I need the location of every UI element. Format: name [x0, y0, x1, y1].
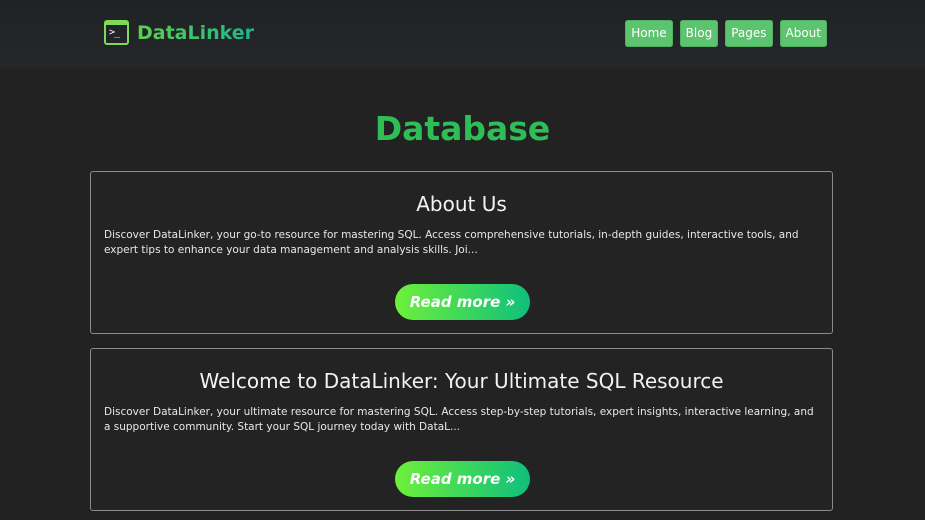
- nav-home-button[interactable]: Home: [625, 20, 673, 47]
- post-excerpt: Discover DataLinker, your ultimate resou…: [104, 406, 814, 433]
- page-title: Database: [374, 109, 551, 148]
- post-card: About Us Discover DataLinker, your go-to…: [90, 171, 833, 334]
- nav-pages-button[interactable]: Pages: [725, 20, 773, 47]
- post-excerpt: Discover DataLinker, your go-to resource…: [104, 229, 799, 256]
- post-card: Welcome to DataLinker: Your Ultimate SQL…: [90, 348, 833, 511]
- post-title[interactable]: About Us: [91, 190, 832, 218]
- nav-about-button[interactable]: About: [779, 20, 827, 47]
- brand-logo[interactable]: >_ DataLinker: [104, 20, 254, 45]
- main-nav: Home Blog Pages About: [625, 20, 827, 47]
- read-more-button[interactable]: Read more »: [395, 461, 530, 497]
- site-header: >_ DataLinker Home Blog Pages About: [0, 0, 925, 68]
- read-more-button[interactable]: Read more »: [395, 284, 530, 320]
- brand-name: DataLinker: [137, 21, 255, 44]
- terminal-icon: >_: [104, 20, 129, 45]
- nav-blog-button[interactable]: Blog: [679, 20, 719, 47]
- terminal-prompt-glyph: >_: [109, 27, 120, 38]
- post-title[interactable]: Welcome to DataLinker: Your Ultimate SQL…: [91, 367, 832, 395]
